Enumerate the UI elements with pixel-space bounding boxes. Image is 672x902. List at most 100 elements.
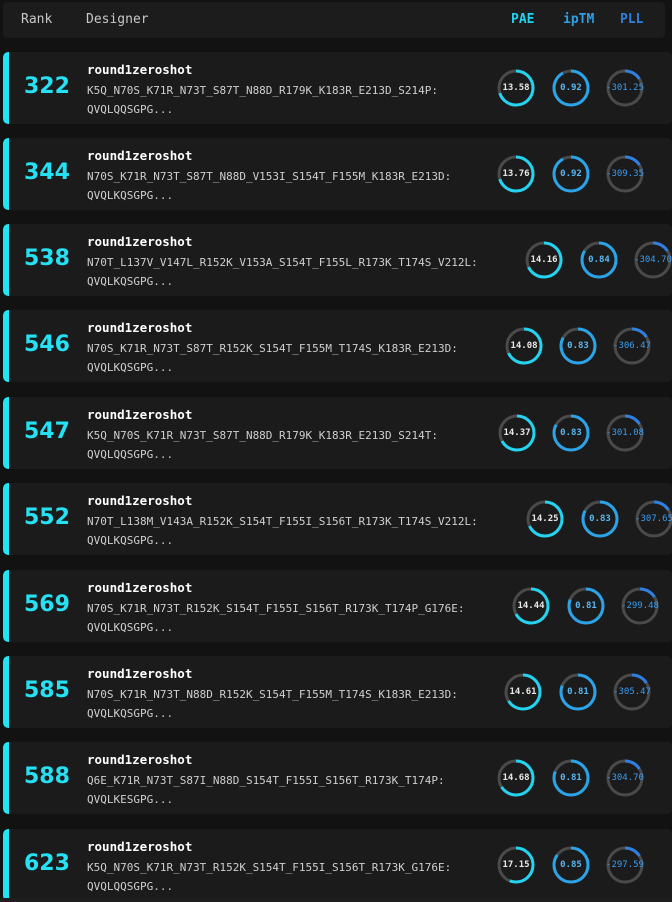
pae-ring: 14.37 (497, 413, 537, 453)
iptm-value: 0.92 (560, 169, 582, 179)
designer-name: round1zeroshot (87, 752, 193, 767)
pll-ring: -304.70 (605, 758, 645, 798)
pll-value: -305.47 (613, 687, 651, 697)
iptm-ring: 0.85 (551, 845, 591, 885)
table-row[interactable]: 588 round1zeroshot Q6E_K71R_N73T_S87I_N88D… (3, 742, 672, 814)
designer-name: round1zeroshot (87, 580, 193, 595)
pll-value: -299.48 (621, 601, 659, 611)
sequence-preview: QVQLQQSGPG... (87, 103, 174, 116)
table-row[interactable]: 547 round1zeroshot K5Q_N70S_K71R_N73T_S87T… (3, 397, 672, 469)
pae-ring: 14.16 (524, 240, 564, 280)
iptm-value: 0.92 (560, 83, 582, 93)
pae-ring: 13.76 (496, 154, 536, 194)
pae-value: 14.25 (531, 514, 559, 524)
row-accent-bar (3, 52, 9, 124)
rank-value: 588 (24, 764, 70, 789)
table-row[interactable]: 546 round1zeroshot N70S_K71R_N73T_S87T_R15… (3, 310, 672, 382)
rank-value: 547 (24, 419, 70, 444)
column-header-iptm[interactable]: ipTM (563, 12, 594, 27)
table-row[interactable]: 538 round1zeroshot N70T_L137V_V147L_R152K_… (3, 224, 672, 296)
pae-value: 14.68 (502, 773, 530, 783)
column-header-rank[interactable]: Rank (21, 12, 52, 27)
mutation-list: N70T_L138M_V143A_R152K_S154T_F155I_S156T… (87, 515, 478, 528)
pae-value: 13.58 (502, 83, 530, 93)
column-header-designer[interactable]: Designer (86, 12, 149, 27)
row-accent-bar (3, 570, 9, 642)
sequence-preview: QVQLKESGPG... (87, 793, 174, 806)
table-row[interactable]: 344 round1zeroshot N70S_K71R_N73T_S87T_N88… (3, 138, 672, 210)
pae-value: 14.61 (509, 687, 537, 697)
pll-ring: -306.47 (612, 326, 652, 366)
iptm-value: 0.81 (575, 601, 597, 611)
pll-ring: -297.59 (605, 845, 645, 885)
rank-value: 585 (24, 678, 70, 703)
mutation-list: Q6E_K71R_N73T_S87I_N88D_S154T_F155I_S156… (87, 774, 445, 787)
pll-value: -306.47 (613, 341, 651, 351)
pae-ring: 14.61 (503, 672, 543, 712)
pae-value: 17.15 (502, 860, 530, 870)
rank-value: 538 (24, 246, 70, 271)
table-row[interactable]: 569 round1zeroshot N70S_K71R_N73T_R152K_S1… (3, 570, 672, 642)
pll-value: -309.35 (606, 169, 644, 179)
iptm-ring: 0.83 (558, 326, 598, 366)
iptm-value: 0.85 (560, 860, 582, 870)
iptm-ring: 0.83 (551, 413, 591, 453)
pae-ring: 14.25 (525, 499, 565, 539)
designer-name: round1zeroshot (87, 62, 193, 77)
designer-name: round1zeroshot (87, 666, 193, 681)
table-header: Rank Designer PAE ipTM PLL (3, 2, 665, 38)
table-row[interactable]: 585 round1zeroshot N70S_K71R_N73T_N88D_R15… (3, 656, 672, 728)
row-accent-bar (3, 310, 9, 382)
rank-value: 322 (24, 74, 70, 99)
designer-name: round1zeroshot (87, 407, 193, 422)
pll-value: -304.70 (606, 773, 644, 783)
rank-value: 344 (24, 160, 70, 185)
sequence-preview: QVQLKQSGPG... (87, 534, 174, 547)
designer-name: round1zeroshot (87, 148, 193, 163)
table-row[interactable]: 322 round1zeroshot K5Q_N70S_K71R_N73T_S87T… (3, 52, 672, 124)
iptm-ring: 0.81 (566, 586, 606, 626)
pll-ring: -309.35 (605, 154, 645, 194)
pae-value: 14.37 (503, 428, 531, 438)
pae-ring: 17.15 (496, 845, 536, 885)
pae-ring: 14.08 (504, 326, 544, 366)
pae-value: 14.44 (517, 601, 545, 611)
iptm-value: 0.81 (560, 773, 582, 783)
pll-value: -297.59 (606, 860, 644, 870)
pae-value: 14.08 (510, 341, 538, 351)
mutation-list: N70T_L137V_V147L_R152K_V153A_S154T_F155L… (87, 256, 478, 269)
row-accent-bar (3, 656, 9, 728)
pae-ring: 13.58 (496, 68, 536, 108)
row-accent-bar (3, 138, 9, 210)
table-row[interactable]: 552 round1zeroshot N70T_L138M_V143A_R152K_… (3, 483, 672, 555)
pll-ring: -301.25 (605, 68, 645, 108)
pae-ring: 14.68 (496, 758, 536, 798)
mutation-list: N70S_K71R_N73T_S87T_N88D_V153I_S154T_F15… (87, 170, 452, 183)
iptm-ring: 0.81 (558, 672, 598, 712)
iptm-ring: 0.83 (580, 499, 620, 539)
sequence-preview: QVQLKQSGPG... (87, 361, 174, 374)
table-row[interactable]: 623 round1zeroshot K5Q_N70S_K71R_N73T_R152… (3, 829, 672, 901)
mutation-list: K5Q_N70S_K71R_N73T_R152K_S154T_F155I_S15… (87, 861, 452, 874)
designer-name: round1zeroshot (87, 234, 193, 249)
column-header-pll[interactable]: PLL (620, 12, 643, 27)
sequence-preview: QVQLKQSGPG... (87, 707, 174, 720)
iptm-ring: 0.84 (579, 240, 619, 280)
row-accent-bar (3, 742, 9, 814)
column-header-pae[interactable]: PAE (511, 12, 534, 27)
rank-value: 623 (24, 851, 70, 876)
sequence-preview: QVQLQQSGPG... (87, 448, 174, 461)
mutation-list: K5Q_N70S_K71R_N73T_S87T_N88D_R179K_K183R… (87, 84, 438, 97)
pae-value: 14.16 (530, 255, 558, 265)
pll-value: -301.08 (606, 428, 644, 438)
pll-value: -304.70 (634, 255, 672, 265)
mutation-list: K5Q_N70S_K71R_N73T_S87T_N88D_R179K_K183R… (87, 429, 438, 442)
pll-value: -307.65 (635, 514, 672, 524)
mutation-list: N70S_K71R_N73T_N88D_R152K_S154T_F155M_T1… (87, 688, 458, 701)
designer-name: round1zeroshot (87, 493, 193, 508)
pll-ring: -299.48 (620, 586, 660, 626)
row-accent-bar (3, 397, 9, 469)
horizontal-scrollbar[interactable] (0, 898, 672, 902)
pll-ring: -305.47 (612, 672, 652, 712)
rank-value: 546 (24, 332, 70, 357)
